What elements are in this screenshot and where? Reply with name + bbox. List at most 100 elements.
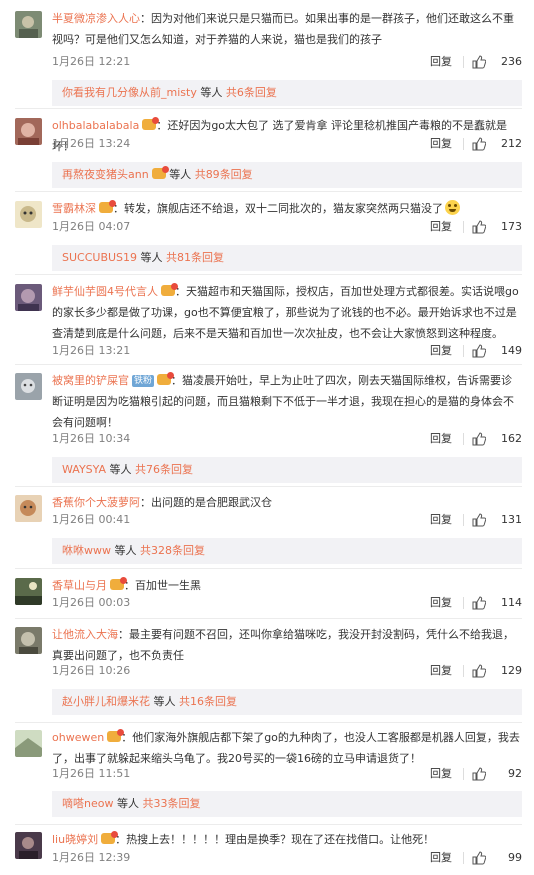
username-link[interactable]: 被窝里的铲屎官 [52,374,129,387]
reply-button[interactable]: 回复 [430,53,452,71]
like-count: 212 [501,137,522,150]
like-button[interactable]: 99 [470,849,522,867]
comment-text: ：最主要有问题不召回，还叫你拿给猫咪吃，我没开封没割码，凭什么不给我退，真要出问… [52,628,514,662]
divider [15,618,522,619]
thumbs-up-icon [472,767,486,781]
timestamp: 1月26日 00:03 [52,596,131,609]
comment-body: 被窝里的铲屎官 铁粉 ：猫凌晨开始吐，早上为止吐了四次，刚去天猫国际维权，告诉需要诊… [52,370,522,433]
reply-button[interactable]: 回复 [430,342,452,360]
sub-replies[interactable]: WAYSYA 等人 共76条回复 [52,457,522,483]
avatar[interactable] [15,118,42,145]
sub-reply-deng: 等人 [140,251,163,264]
sub-reply-user[interactable]: 赵小胖儿和爆米花 [62,695,150,708]
username-link[interactable]: 雪霸林深 [52,202,96,215]
thumbs-up-icon [472,220,486,234]
username-link[interactable]: 香蕉你个大菠萝阿 [52,496,140,509]
username-link[interactable]: 让他流入大海 [52,628,118,641]
sub-reply-user[interactable]: SUCCUBUS19 [62,251,137,264]
avatar[interactable] [15,201,42,228]
reply-button[interactable]: 回复 [430,594,452,612]
comment-meta: 1月26日 13:21 回复 149 [52,342,522,360]
like-button[interactable]: 114 [470,594,522,612]
sub-reply-tiao: 条回复 [191,251,225,264]
divider [15,824,522,825]
sub-reply-user[interactable]: 你看我有几分像从前_misty [62,86,197,99]
comment-text: ：他们家海外旗舰店都下架了go的九种肉了，也没人工客服都是机器人回复，我去了，出… [52,731,520,765]
like-count: 129 [501,664,522,677]
username-link[interactable]: 半夏微凉渗入人心 [52,12,140,25]
avatar[interactable] [15,578,42,605]
divider [463,345,464,357]
sub-reply-tiao: 条回复 [219,168,253,181]
comment-body: liu晓婷刘 ：热搜上去！！！！！理由是换季？现在了还在找借口。让他死！ [52,829,522,850]
sub-reply-user[interactable]: 嘀嗒neow [62,797,113,810]
thumbs-up-icon [472,55,486,69]
like-button[interactable]: 162 [470,430,522,448]
timestamp: 1月26日 10:26 [52,664,131,677]
avatar[interactable] [15,373,42,400]
reply-button[interactable]: 回复 [430,430,452,448]
avatar[interactable] [15,284,42,311]
timestamp: 1月26日 11:51 [52,767,131,780]
comment-meta: 1月26日 10:34 回复 162 [52,430,522,448]
divider [15,274,522,275]
divider [463,221,464,233]
sub-reply-count-link[interactable]: 共89条回复 [195,168,253,181]
username-link[interactable]: liu晓婷刘 [52,833,98,846]
like-button[interactable]: 149 [470,342,522,360]
like-button[interactable]: 212 [470,135,522,153]
sub-reply-count: 89 [205,168,220,181]
avatar[interactable] [15,11,42,38]
comment-body: 香蕉你个大菠萝阿：出问题的是合肥跟武汉仓 [52,492,522,513]
divider [15,486,522,487]
like-button[interactable]: 173 [470,218,522,236]
reply-button[interactable]: 回复 [430,662,452,680]
reply-button[interactable]: 回复 [430,849,452,867]
timestamp: 1月26日 13:21 [52,344,131,357]
sub-reply-count-link[interactable]: 共6条回复 [226,86,277,99]
sub-reply-user[interactable]: 咻咻www [62,544,111,557]
sub-replies[interactable]: 嘀嗒neow 等人 共33条回复 [52,791,522,817]
avatar[interactable] [15,495,42,522]
sub-reply-user[interactable]: WAYSYA [62,463,106,476]
comment-meta: 1月26日 00:41 回复 131 [52,511,522,529]
sub-reply-deng: 等人 [116,797,139,810]
sub-replies[interactable]: 再熬夜变猪头ann 等人 共89条回复 [52,162,522,188]
timestamp: 1月26日 00:41 [52,513,131,526]
sub-replies[interactable]: 你看我有几分像从前_misty 等人 共6条回复 [52,80,522,106]
like-button[interactable]: 236 [470,53,522,71]
username-link[interactable]: 鲜芋仙芋圆4号代言人 [52,285,158,298]
reply-button[interactable]: 回复 [430,135,452,153]
sub-reply-count-link[interactable]: 共33条回复 [142,797,200,810]
sub-reply-count-link[interactable]: 共81条回复 [166,251,224,264]
comment-body: 香草山与月 ：百加世一生黑 [52,575,522,596]
sub-replies[interactable]: SUCCUBUS19 等人 共81条回复 [52,245,522,271]
sub-reply-count-link[interactable]: 共328条回复 [140,544,205,557]
avatar[interactable] [15,627,42,654]
like-button[interactable]: 129 [470,662,522,680]
comment-meta: 1月26日 00:03 回复 114 [52,594,522,612]
sub-replies[interactable]: 赵小胖儿和爆米花 等人 共16条回复 [52,689,522,715]
sub-reply-tiao: 条回复 [160,463,194,476]
like-button[interactable]: 92 [470,765,522,783]
comment-body: 鲜芋仙芋圆4号代言人 ：天猫超市和天猫国际，授权店，百加世处理方式都很差。实话说喂… [52,281,522,344]
sub-reply-user[interactable]: 再熬夜变猪头ann [62,168,149,181]
username-link[interactable]: 香草山与月 [52,579,107,592]
username-link[interactable]: olhbalabalabala [52,119,139,132]
thumbs-up-icon [472,137,486,151]
vip-badge-icon [142,117,160,130]
sub-reply-gong: 共 [225,86,237,99]
sub-reply-count: 16 [190,695,204,708]
reply-button[interactable]: 回复 [430,218,452,236]
username-link[interactable]: ohwewen [52,731,104,744]
sub-reply-count-link[interactable]: 共76条回复 [135,463,193,476]
sub-replies[interactable]: 咻咻www 等人 共328条回复 [52,538,522,564]
reply-button[interactable]: 回复 [430,511,452,529]
like-button[interactable]: 131 [470,511,522,529]
avatar[interactable] [15,730,42,757]
thumbs-up-icon [472,432,486,446]
avatar[interactable] [15,832,42,859]
reply-button[interactable]: 回复 [430,765,452,783]
sub-reply-count-link[interactable]: 共16条回复 [179,695,237,708]
divider [15,568,522,569]
